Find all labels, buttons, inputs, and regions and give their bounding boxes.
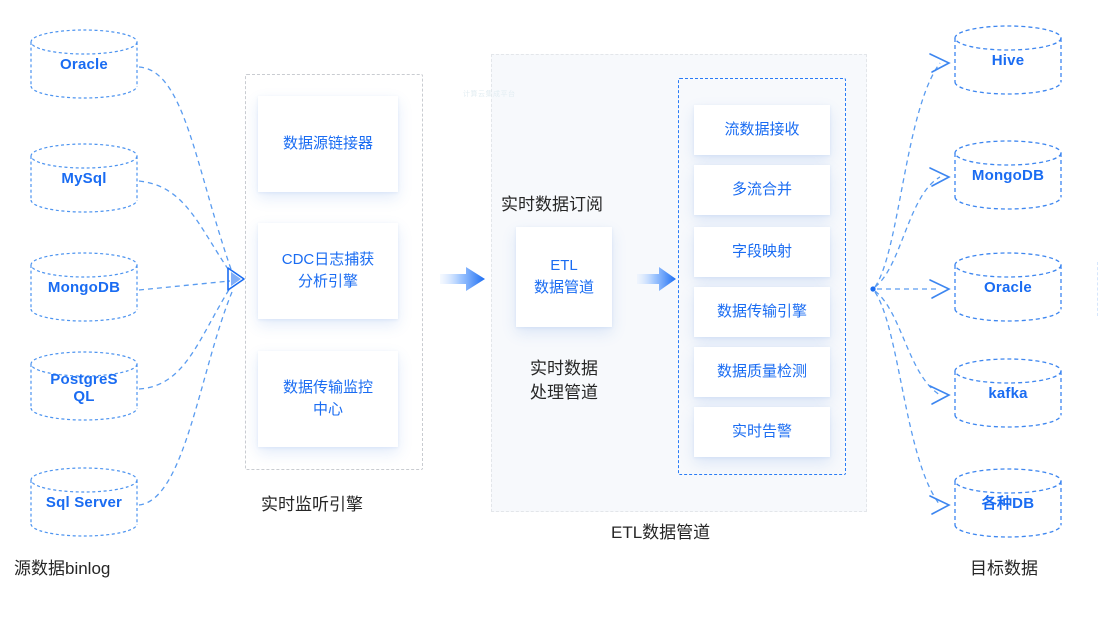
etl-stage-label: 数据质量检测: [716, 363, 807, 380]
etl-stage-stream-receive[interactable]: 流数据接收: [694, 105, 830, 155]
edge-clipped-marker: [1097, 262, 1098, 316]
target-label-various-db: 各种DB: [981, 495, 1035, 512]
target-label-kafka: kafka: [988, 385, 1028, 402]
etl-pipeline-caption: 实时数据 处理管道: [530, 359, 598, 402]
etl-stage-label: 字段映射: [731, 243, 792, 260]
target-cylinder-various-db[interactable]: 各种DB: [953, 467, 1063, 539]
source-label-postgresql: PostgreS QL: [50, 371, 118, 405]
etl-subscribe-label: 实时数据订阅: [501, 195, 603, 214]
etl-stage-realtime-alert[interactable]: 实时告警: [694, 407, 830, 457]
targets-group-label: 目标数据: [970, 559, 1038, 578]
etl-stage-label: 数据传输引擎: [716, 303, 807, 320]
etl-pipeline-box-label: ETL 数据管道: [533, 257, 594, 296]
source-cylinder-sqlserver[interactable]: Sql Server: [29, 466, 139, 538]
listener-card-monitor[interactable]: 数据传输监控 中心: [258, 351, 398, 447]
etl-stage-label: 流数据接收: [724, 121, 800, 138]
listener-card-connector[interactable]: 数据源链接器: [258, 96, 398, 192]
listener-card-label: CDC日志捕获 分析引擎: [281, 251, 375, 290]
source-cylinder-mysql[interactable]: MySql: [29, 142, 139, 214]
sources-group-label: 源数据binlog: [14, 559, 111, 578]
etl-stage-field-mapping[interactable]: 字段映射: [694, 227, 830, 277]
listener-card-label: 数据源链接器: [282, 135, 373, 152]
listener-card-cdc[interactable]: CDC日志捕获 分析引擎: [258, 223, 398, 319]
etl-stage-transfer-engine[interactable]: 数据传输引擎: [694, 287, 830, 337]
target-label-mongodb: MongoDB: [971, 167, 1045, 184]
target-label-hive: Hive: [991, 52, 1025, 69]
listener-card-label: 数据传输监控 中心: [282, 379, 373, 418]
source-label-sqlserver: Sql Server: [45, 494, 123, 511]
source-cylinder-oracle[interactable]: Oracle: [29, 28, 139, 100]
target-cylinder-oracle[interactable]: Oracle: [953, 251, 1063, 323]
etl-stage-label: 多流合并: [731, 181, 792, 198]
source-cylinder-mongodb[interactable]: MongoDB: [29, 251, 139, 323]
listener-group-label: 实时监听引擎: [261, 495, 363, 514]
etl-stage-quality-check[interactable]: 数据质量检测: [694, 347, 830, 397]
arrow-right-icon-source-to-etl: [440, 265, 486, 293]
etl-pipeline-box[interactable]: ETL 数据管道: [516, 227, 612, 327]
target-cylinder-mongodb[interactable]: MongoDB: [953, 139, 1063, 211]
etl-stage-multistream-merge[interactable]: 多流合并: [694, 165, 830, 215]
etl-group-label: ETL数据管道: [611, 523, 711, 542]
target-cylinder-kafka[interactable]: kafka: [953, 357, 1063, 429]
architecture-diagram: Oracle MySql MongoDB PostgreS QL Sql Ser…: [0, 0, 1107, 620]
source-cylinder-postgresql[interactable]: PostgreS QL: [29, 350, 139, 422]
etl-stage-label: 实时告警: [731, 423, 792, 440]
source-label-mysql: MySql: [61, 170, 107, 187]
target-label-oracle: Oracle: [984, 279, 1032, 296]
target-cylinder-hive[interactable]: Hive: [953, 24, 1063, 96]
source-label-oracle: Oracle: [60, 56, 108, 73]
etl-watermark: 计算云集成平台: [463, 91, 516, 98]
arrow-right-icon-etl-to-stages: [637, 265, 677, 293]
source-label-mongodb: MongoDB: [47, 279, 121, 296]
